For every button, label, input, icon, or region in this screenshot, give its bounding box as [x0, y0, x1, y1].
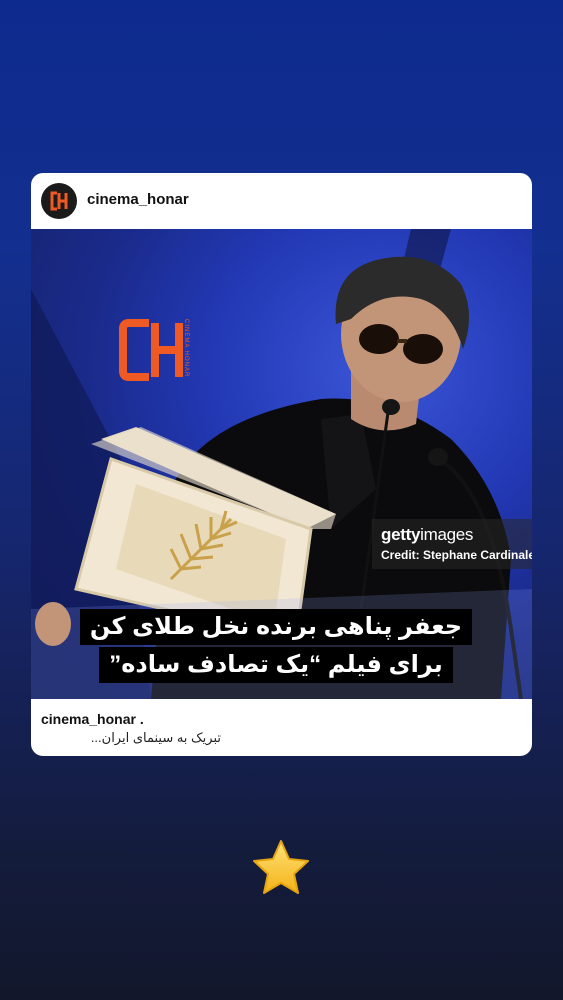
cinema-honar-watermark-icon [119, 319, 183, 381]
post-card[interactable]: cinema_honar CINEMA HONAR gettyimages Cr… [31, 173, 532, 756]
getty-watermark: gettyimages Credit: Stephane Cardinale [372, 519, 532, 569]
photo-credit: Credit: Stephane Cardinale [381, 548, 532, 562]
watermark-subtext: CINEMA HONAR [183, 319, 189, 378]
post-photo[interactable]: CINEMA HONAR gettyimages Credit: Stephan… [31, 229, 532, 699]
star-icon[interactable] [250, 838, 312, 898]
cinema-honar-logo-icon [45, 187, 73, 215]
headline-line-1: جعفر پناهی برنده نخل طلای کن [79, 609, 473, 645]
post-footer: cinema_honar . تبریک به سینمای ایران... [31, 699, 532, 756]
post-header: cinema_honar [31, 173, 532, 229]
headline-line-2: برای فیلم “یک تصادف ساده” [99, 647, 453, 683]
footer-username[interactable]: cinema_honar . [41, 711, 144, 727]
avatar[interactable] [41, 183, 77, 219]
getty-logo: gettyimages [381, 525, 474, 544]
post-caption[interactable]: تبریک به سینمای ایران... [41, 730, 221, 746]
headline-overlay: جعفر پناهی برنده نخل طلای کن برای فیلم “… [71, 609, 481, 685]
post-username[interactable]: cinema_honar [87, 191, 189, 208]
